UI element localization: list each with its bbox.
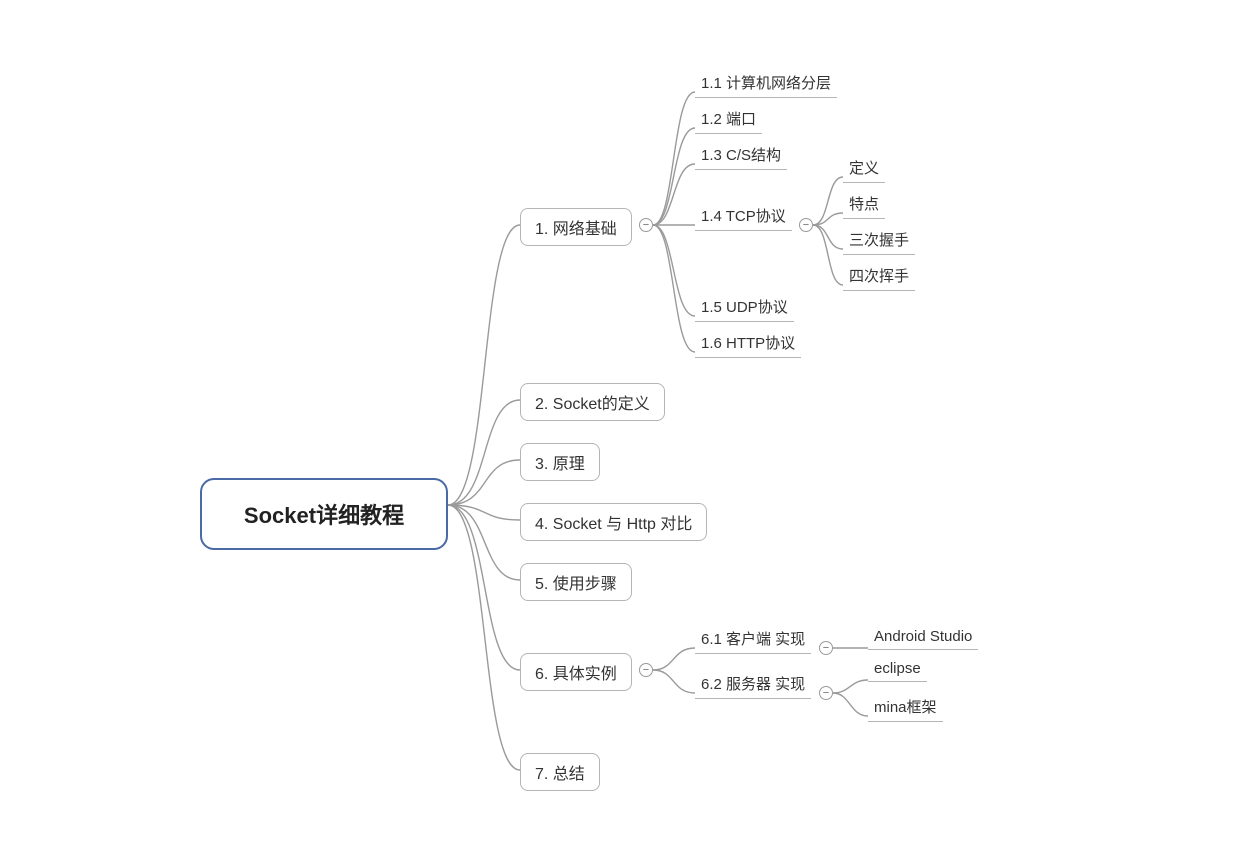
connector-lines [0,0,1240,851]
leaf-client-impl[interactable]: 6.1 客户端 实现 [695,626,811,654]
collapse-toggle-examples[interactable]: − [639,663,653,677]
leaf-tcp-protocol[interactable]: 1.4 TCP协议 [695,203,792,231]
leaf-label: mina框架 [874,696,937,717]
collapse-toggle-client-impl[interactable]: − [819,641,833,655]
leaf-tcp-handshake[interactable]: 三次握手 [843,227,915,255]
leaf-cs-architecture[interactable]: 1.3 C/S结构 [695,142,787,170]
collapse-toggle-network-basics[interactable]: − [639,218,653,232]
leaf-label: 定义 [849,157,879,178]
leaf-label: eclipse [874,660,921,677]
leaf-tcp-features[interactable]: 特点 [843,191,885,219]
leaf-tcp-definition[interactable]: 定义 [843,155,885,183]
node-socket-definition[interactable]: 2. Socket的定义 [520,383,665,421]
minus-icon: − [823,642,829,654]
leaf-label: 1.5 UDP协议 [701,296,788,317]
leaf-label: 6.1 客户端 实现 [701,628,805,649]
leaf-label: 1.2 端口 [701,108,756,129]
node-usage-steps[interactable]: 5. 使用步骤 [520,563,632,601]
leaf-network-layers[interactable]: 1.1 计算机网络分层 [695,70,837,98]
node-label: 4. Socket 与 Http 对比 [535,510,692,534]
node-socket-vs-http[interactable]: 4. Socket 与 Http 对比 [520,503,707,541]
minus-icon: − [823,687,829,699]
leaf-label: 特点 [849,193,879,214]
minus-icon: − [803,219,809,231]
leaf-label: Android Studio [874,628,972,645]
leaf-mina[interactable]: mina框架 [868,694,943,722]
node-label: 1. 网络基础 [535,215,617,239]
node-label: 6. 具体实例 [535,660,617,684]
leaf-label: 1.4 TCP协议 [701,205,786,226]
leaf-label: 三次握手 [849,229,909,250]
leaf-label: 6.2 服务器 实现 [701,673,805,694]
leaf-tcp-wave[interactable]: 四次挥手 [843,263,915,291]
node-summary[interactable]: 7. 总结 [520,753,600,791]
leaf-ports[interactable]: 1.2 端口 [695,106,762,134]
root-node[interactable]: Socket详细教程 [200,478,448,550]
leaf-udp-protocol[interactable]: 1.5 UDP协议 [695,294,794,322]
collapse-toggle-server-impl[interactable]: − [819,686,833,700]
leaf-eclipse[interactable]: eclipse [868,658,927,682]
node-principles[interactable]: 3. 原理 [520,443,600,481]
root-label: Socket详细教程 [244,498,404,530]
leaf-http-protocol[interactable]: 1.6 HTTP协议 [695,330,801,358]
node-network-basics[interactable]: 1. 网络基础 [520,208,632,246]
minus-icon: − [643,219,649,231]
node-label: 7. 总结 [535,760,585,784]
node-label: 3. 原理 [535,450,585,474]
leaf-label: 1.6 HTTP协议 [701,332,795,353]
node-label: 5. 使用步骤 [535,570,617,594]
leaf-label: 1.3 C/S结构 [701,144,781,165]
node-examples[interactable]: 6. 具体实例 [520,653,632,691]
leaf-label: 1.1 计算机网络分层 [701,72,831,93]
collapse-toggle-tcp[interactable]: − [799,218,813,232]
minus-icon: − [643,664,649,676]
node-label: 2. Socket的定义 [535,390,650,414]
leaf-label: 四次挥手 [849,265,909,286]
leaf-server-impl[interactable]: 6.2 服务器 实现 [695,671,811,699]
leaf-android-studio[interactable]: Android Studio [868,626,978,650]
